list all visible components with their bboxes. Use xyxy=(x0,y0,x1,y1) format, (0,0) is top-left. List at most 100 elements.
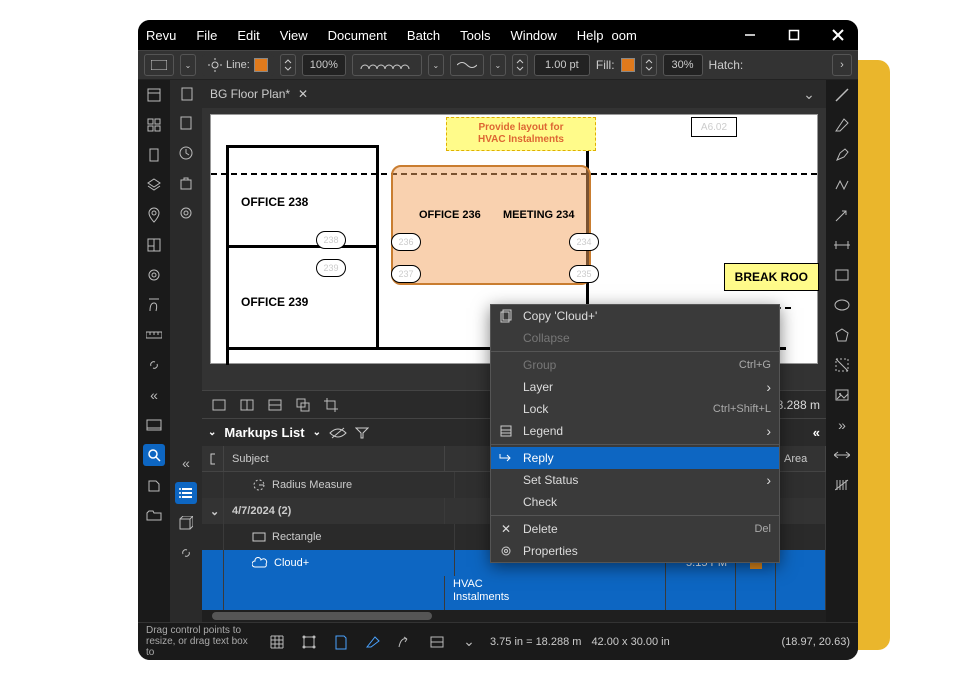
ctx-copy[interactable]: Copy 'Cloud+' xyxy=(491,305,779,327)
panel-measure-icon[interactable] xyxy=(143,324,165,346)
shape-style-dropdown[interactable]: ⌄ xyxy=(180,54,196,76)
tool-dimension-icon[interactable] xyxy=(831,234,853,256)
split-horizontal-icon[interactable] xyxy=(264,394,286,416)
markups-hscrollbar[interactable] xyxy=(202,610,826,622)
status-sync-icon[interactable] xyxy=(426,631,448,653)
status-snap-icon[interactable] xyxy=(298,631,320,653)
panel-signatures-icon[interactable] xyxy=(143,294,165,316)
line-pattern-button[interactable] xyxy=(352,54,422,76)
col-area[interactable]: Area xyxy=(776,446,826,471)
opacity-input[interactable] xyxy=(663,54,703,76)
panel-search-icon[interactable] xyxy=(143,444,165,466)
tool-count-icon[interactable] xyxy=(831,474,853,496)
panel-filter-icon[interactable] xyxy=(355,427,369,439)
menu-document[interactable]: Document xyxy=(328,28,387,43)
line-style-button[interactable]: Line: xyxy=(202,54,274,76)
tool-image-icon[interactable] xyxy=(831,384,853,406)
inner-recent-icon[interactable] xyxy=(175,142,197,164)
inner-collapse-icon[interactable]: « xyxy=(175,452,197,474)
line-width-input[interactable] xyxy=(534,54,590,76)
opacity-stepper[interactable] xyxy=(641,54,657,76)
line-color-swatch[interactable] xyxy=(254,58,268,72)
fill-color-swatch[interactable] xyxy=(621,58,635,72)
tool-highlight-icon[interactable] xyxy=(831,144,853,166)
panel-places-icon[interactable] xyxy=(143,204,165,226)
document-tab-close-icon[interactable]: ✕ xyxy=(298,87,308,101)
table-row-selected-desc[interactable]: HVAC Instalments xyxy=(202,576,826,610)
panel-spaces-icon[interactable] xyxy=(143,234,165,256)
ctx-lock[interactable]: Lock Ctrl+Shift+L xyxy=(491,398,779,420)
status-dropdown-icon[interactable]: ⌄ xyxy=(458,631,480,653)
view-sync-icon[interactable] xyxy=(292,394,314,416)
end-style-dropdown[interactable]: ⌄ xyxy=(490,54,506,76)
split-vertical-icon[interactable] xyxy=(236,394,258,416)
shape-style-button[interactable] xyxy=(144,54,174,76)
panel-bookmarks-icon[interactable] xyxy=(143,144,165,166)
tab-page-icon[interactable] xyxy=(176,83,198,105)
menu-tools[interactable]: Tools xyxy=(460,28,490,43)
ctx-delete[interactable]: ✕ Delete Del xyxy=(491,518,779,540)
select-all-checkbox[interactable] xyxy=(202,446,224,471)
inner-3d-icon[interactable] xyxy=(175,512,197,534)
split-none-icon[interactable] xyxy=(208,394,230,416)
status-snap-markup-icon[interactable] xyxy=(362,631,384,653)
toolbar-overflow-button[interactable]: › xyxy=(832,54,852,76)
document-tab[interactable]: BG Floor Plan* ✕ xyxy=(204,87,314,101)
pattern-dropdown[interactable]: ⌄ xyxy=(428,54,444,76)
tab-dropdown-icon[interactable]: ⌄ xyxy=(798,83,820,105)
status-grid-icon[interactable] xyxy=(266,631,288,653)
ctx-layer[interactable]: Layer xyxy=(491,376,779,398)
ctx-properties[interactable]: Properties xyxy=(491,540,779,562)
menu-view[interactable]: View xyxy=(280,28,308,43)
menu-window[interactable]: Window xyxy=(511,28,557,43)
tool-rectangle-icon[interactable] xyxy=(831,264,853,286)
minimize-button[interactable] xyxy=(738,23,762,47)
panel-collapse-icon[interactable]: « xyxy=(813,425,820,440)
col-subject[interactable]: Subject xyxy=(224,446,445,471)
status-reuse-icon[interactable] xyxy=(394,631,416,653)
hvac-callout[interactable]: Provide layout for HVAC Instalments xyxy=(446,117,596,151)
close-button[interactable] xyxy=(826,23,850,47)
zoom-input[interactable] xyxy=(302,54,346,76)
panel-sets-icon[interactable] xyxy=(143,504,165,526)
panel-layers-icon[interactable] xyxy=(143,174,165,196)
ctx-legend[interactable]: Legend xyxy=(491,420,779,442)
inner-list-icon[interactable] xyxy=(175,482,197,504)
tool-line-icon[interactable] xyxy=(831,84,853,106)
panel-settings-icon[interactable] xyxy=(143,264,165,286)
tool-ellipse-icon[interactable] xyxy=(831,294,853,316)
panel-grid-icon[interactable] xyxy=(143,114,165,136)
tool-pen-icon[interactable] xyxy=(831,114,853,136)
ctx-setstatus[interactable]: Set Status xyxy=(491,469,779,491)
panel-menu-dropdown-icon[interactable]: ⌄ xyxy=(313,427,321,438)
inner-links2-icon[interactable] xyxy=(175,542,197,564)
rail-collapse-left-icon[interactable]: « xyxy=(143,384,165,406)
status-snap-content-icon[interactable] xyxy=(330,631,352,653)
view-crop-icon[interactable] xyxy=(320,394,342,416)
tool-arrow-icon[interactable] xyxy=(831,204,853,226)
inner-file-icon[interactable] xyxy=(175,112,197,134)
end-style-button[interactable] xyxy=(450,54,484,76)
menu-file[interactable]: File xyxy=(196,28,217,43)
cloud-markup[interactable] xyxy=(391,165,591,285)
menu-help[interactable]: Help xyxy=(577,28,604,43)
panel-visibility-icon[interactable] xyxy=(329,427,347,439)
zoom-stepper-up[interactable] xyxy=(280,54,296,76)
panel-thumbnails-icon[interactable] xyxy=(143,84,165,106)
tool-cloud-icon[interactable] xyxy=(831,354,853,376)
inner-properties-icon[interactable] xyxy=(175,202,197,224)
panel-studio-icon[interactable] xyxy=(143,414,165,436)
panel-links-icon[interactable] xyxy=(143,354,165,376)
panel-forms-icon[interactable] xyxy=(143,474,165,496)
menu-revu[interactable]: Revu xyxy=(146,28,176,43)
scrollbar-thumb[interactable] xyxy=(212,612,432,620)
menu-edit[interactable]: Edit xyxy=(237,28,259,43)
tool-callout-icon[interactable] xyxy=(831,444,853,466)
menu-batch[interactable]: Batch xyxy=(407,28,440,43)
tool-polyline-icon[interactable] xyxy=(831,174,853,196)
width-stepper[interactable] xyxy=(512,54,528,76)
inner-toolchest-icon[interactable] xyxy=(175,172,197,194)
rail-collapse-right-icon[interactable]: » xyxy=(831,414,853,436)
tool-polygon-icon[interactable] xyxy=(831,324,853,346)
ctx-reply[interactable]: Reply xyxy=(491,447,779,469)
